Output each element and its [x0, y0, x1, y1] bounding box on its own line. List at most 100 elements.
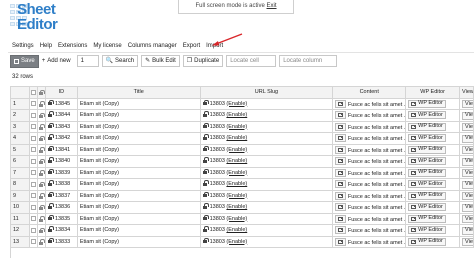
wp-editor-button[interactable]: WP Editor [408, 122, 446, 131]
cell-view[interactable]: View [460, 144, 474, 156]
cell-title[interactable]: Etiam sit (Copy) [77, 225, 201, 237]
cell-title[interactable]: Etiam sit (Copy) [77, 213, 201, 225]
cell-wp-editor[interactable]: WP Editor [406, 133, 461, 145]
cell-view[interactable]: View [460, 110, 474, 122]
wp-editor-button[interactable]: WP Editor [408, 134, 446, 142]
row-checkbox[interactable] [29, 179, 38, 191]
column-header-view[interactable]: View [460, 87, 474, 99]
cell-content[interactable]: Fusce ac felis sit amet ... [333, 133, 407, 145]
view-button[interactable]: View [462, 192, 474, 200]
cell-content[interactable]: Fusce ac felis sit amet ... [333, 110, 407, 122]
cell-wp-editor[interactable]: WP Editor [406, 190, 461, 202]
content-edit-button[interactable] [335, 203, 347, 211]
view-button[interactable]: View [462, 203, 474, 212]
cell-url-slug[interactable]: 13803 (Enable) [200, 236, 334, 248]
cell-url-slug[interactable]: 13803 (Enable) [200, 179, 334, 191]
column-header-url-slug[interactable]: URL Slug [200, 87, 334, 99]
view-button[interactable]: View [462, 180, 474, 189]
view-button[interactable]: View [462, 123, 474, 131]
wp-editor-button[interactable]: WP Editor [408, 203, 446, 211]
view-button[interactable]: View [462, 146, 474, 154]
row-checkbox[interactable] [29, 190, 38, 202]
view-button[interactable]: View [462, 226, 474, 235]
cell-url-slug[interactable]: 13803 (Enable) [200, 167, 334, 179]
content-edit-button[interactable] [335, 168, 347, 177]
cell-title[interactable]: Etiam sit (Copy) [77, 121, 201, 133]
enable-slug-link[interactable]: (Enable) [226, 227, 247, 233]
row-checkbox[interactable] [29, 133, 38, 145]
cell-content[interactable]: Fusce ac felis sit amet ... [333, 213, 407, 225]
cell-view[interactable]: View [460, 98, 474, 110]
column-header-content[interactable]: Content [333, 87, 407, 99]
cell-content[interactable]: Fusce ac felis sit amet ... [333, 202, 407, 214]
content-edit-button[interactable] [335, 214, 347, 223]
row-checkbox[interactable] [29, 202, 38, 214]
cell-wp-editor[interactable]: WP Editor [406, 156, 461, 168]
cell-url-slug[interactable]: 13803 (Enable) [200, 133, 334, 145]
cell-wp-editor[interactable]: WP Editor [406, 213, 461, 225]
wp-editor-button[interactable]: WP Editor [408, 111, 446, 119]
column-header-title[interactable]: Title [77, 87, 201, 99]
content-edit-button[interactable] [335, 237, 347, 246]
enable-slug-link[interactable]: (Enable) [226, 124, 247, 130]
cell-view[interactable]: View [460, 190, 474, 202]
content-edit-button[interactable] [335, 111, 347, 119]
enable-slug-link[interactable]: (Enable) [226, 204, 247, 210]
wp-editor-button[interactable]: WP Editor [408, 168, 446, 177]
cell-title[interactable]: Etiam sit (Copy) [77, 167, 201, 179]
cell-view[interactable]: View [460, 133, 474, 145]
cell-url-slug[interactable]: 13803 (Enable) [200, 98, 334, 110]
cell-view[interactable]: View [460, 213, 474, 225]
cell-url-slug[interactable]: 13803 (Enable) [200, 121, 334, 133]
search-button[interactable]: 🔍 Search [101, 55, 139, 67]
row-checkbox[interactable] [29, 144, 38, 156]
enable-slug-link[interactable]: (Enable) [226, 112, 247, 118]
cell-title[interactable]: Etiam sit (Copy) [77, 110, 201, 122]
view-button[interactable]: View [462, 100, 474, 108]
cell-title[interactable]: Etiam sit (Copy) [77, 202, 201, 214]
menu-settings[interactable]: Settings [12, 42, 34, 51]
view-button[interactable]: View [462, 134, 474, 143]
cell-title[interactable]: Etiam sit (Copy) [77, 98, 201, 110]
row-checkbox[interactable] [29, 121, 38, 133]
cell-wp-editor[interactable]: WP Editor [406, 236, 461, 248]
column-header-wp-editor[interactable]: WP Editor [406, 87, 461, 99]
view-button[interactable]: View [462, 111, 474, 120]
row-checkbox[interactable] [29, 213, 38, 225]
row-checkbox[interactable] [29, 98, 38, 110]
cell-wp-editor[interactable]: WP Editor [406, 110, 461, 122]
cell-wp-editor[interactable]: WP Editor [406, 121, 461, 133]
row-checkbox[interactable] [29, 225, 38, 237]
cell-title[interactable]: Etiam sit (Copy) [77, 133, 201, 145]
content-edit-button[interactable] [335, 191, 347, 200]
row-checkbox[interactable] [29, 156, 38, 168]
row-checkbox[interactable] [29, 110, 38, 122]
locate-cell-input[interactable]: Locate cell [226, 55, 277, 67]
cell-content[interactable]: Fusce ac felis sit amet ... [333, 167, 407, 179]
cell-view[interactable]: View [460, 225, 474, 237]
cell-content[interactable]: Fusce ac felis sit amet ... [333, 236, 407, 248]
enable-slug-link[interactable]: (Enable) [226, 135, 247, 141]
menu-columns-manager[interactable]: Columns manager [128, 42, 177, 51]
enable-slug-link[interactable]: (Enable) [226, 170, 247, 176]
menu-extensions[interactable]: Extensions [58, 42, 87, 51]
cell-view[interactable]: View [460, 179, 474, 191]
locate-column-input[interactable]: Locate column [279, 55, 338, 67]
cell-url-slug[interactable]: 13803 (Enable) [200, 213, 334, 225]
cell-title[interactable]: Etiam sit (Copy) [77, 156, 201, 168]
enable-slug-link[interactable]: (Enable) [226, 193, 247, 199]
content-edit-button[interactable] [335, 226, 347, 234]
cell-title[interactable]: Etiam sit (Copy) [77, 236, 201, 248]
select-all-checkbox[interactable] [29, 87, 38, 99]
cell-view[interactable]: View [460, 156, 474, 168]
view-button[interactable]: View [462, 238, 474, 246]
wp-editor-button[interactable]: WP Editor [408, 157, 446, 165]
enable-slug-link[interactable]: (Enable) [226, 181, 247, 187]
content-edit-button[interactable] [335, 122, 347, 131]
cell-url-slug[interactable]: 13803 (Enable) [200, 202, 334, 214]
cell-url-slug[interactable]: 13803 (Enable) [200, 225, 334, 237]
cell-wp-editor[interactable]: WP Editor [406, 225, 461, 237]
cell-content[interactable]: Fusce ac felis sit amet ... [333, 179, 407, 191]
bulk-edit-button[interactable]: ✎ Bulk Edit [141, 55, 180, 67]
duplicate-button[interactable]: ❐ Duplicate [182, 55, 224, 67]
